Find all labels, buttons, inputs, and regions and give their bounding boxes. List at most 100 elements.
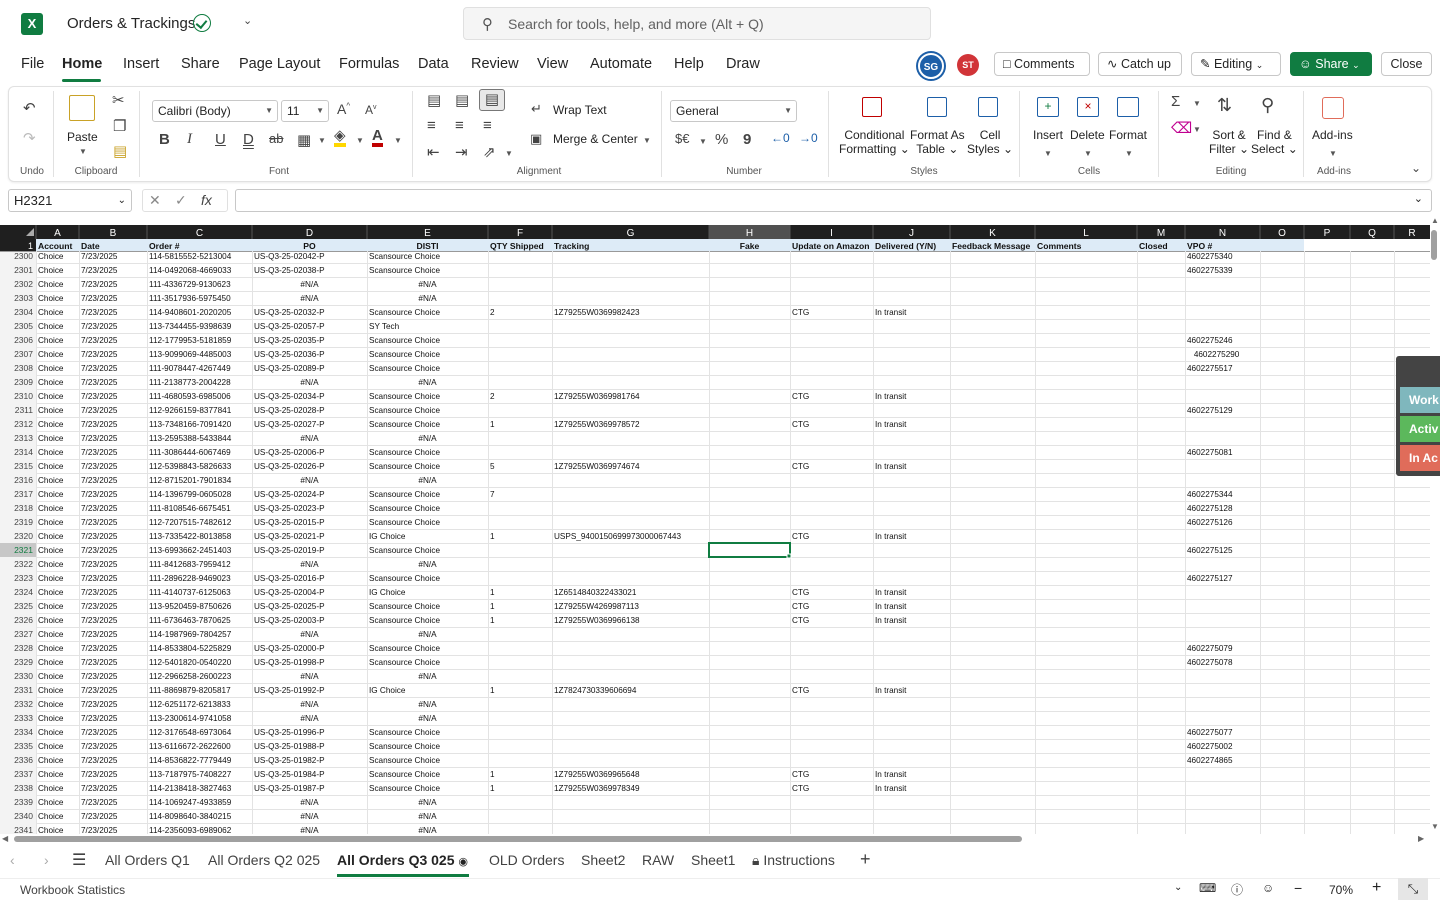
sort-filter-icon[interactable]: ⇅ [1217, 95, 1232, 116]
cell[interactable]: 7/23/2025 [81, 280, 118, 289]
cell[interactable]: 7/23/2025 [81, 406, 118, 415]
cell[interactable]: #N/A [418, 630, 437, 639]
cell[interactable]: 1Z79255W0369966138 [554, 616, 640, 625]
cell[interactable]: 114-2138418-3827463 [149, 784, 232, 793]
cell[interactable]: US-Q3-25-02089-P [254, 364, 325, 373]
cell[interactable]: Choice [38, 378, 64, 387]
cell[interactable]: 1 [490, 784, 495, 793]
cell[interactable]: Choice [38, 756, 64, 765]
row-number[interactable]: 2327 [14, 629, 33, 639]
row-number[interactable]: 2302 [14, 279, 33, 289]
cell[interactable]: 113-6993662-2451403 [149, 546, 232, 555]
cell[interactable]: US-Q3-25-02000-P [254, 644, 325, 653]
cell[interactable]: 7/23/2025 [81, 490, 118, 499]
cell[interactable]: 1Z79255W0369982423 [554, 308, 640, 317]
cell[interactable]: Scansource Choice [369, 784, 440, 793]
zoom-in-icon[interactable]: + [1372, 879, 1381, 897]
cell[interactable]: US-Q3-25-02035-P [254, 336, 325, 345]
selected-cell[interactable] [708, 542, 791, 558]
column-header[interactable]: B [110, 228, 117, 239]
cell[interactable]: 7/23/2025 [81, 630, 118, 639]
find-icon[interactable]: ⚲ [1261, 95, 1274, 116]
cell[interactable]: Choice [38, 686, 64, 695]
cell[interactable]: Scansource Choice [369, 336, 440, 345]
expand-formula-icon[interactable]: ⌄ [1414, 192, 1423, 205]
cell[interactable]: 114-5815552-5213004 [149, 252, 232, 261]
comma-style-icon[interactable]: 9 [743, 131, 751, 148]
cell[interactable]: 114-2356093-6989062 [149, 826, 232, 834]
cell[interactable]: CTG [792, 784, 809, 793]
cell[interactable]: US-Q3-25-02036-P [254, 350, 325, 359]
insert-cells-icon[interactable]: + [1037, 97, 1059, 117]
cell[interactable]: 113-7335422-8013858 [149, 532, 232, 541]
cell[interactable]: US-Q3-25-02038-P [254, 266, 325, 275]
cell[interactable]: Choice [38, 504, 64, 513]
chevron-down-icon[interactable]: ▼ [505, 149, 513, 158]
name-box[interactable]: H2321 ⌄ [8, 189, 132, 212]
cell[interactable]: Choice [38, 574, 64, 583]
cell[interactable]: 112-2966258-2600223 [149, 672, 232, 681]
align-middle-icon[interactable]: ▤ [455, 91, 469, 109]
cell[interactable]: 1Z79255W0369978349 [554, 784, 640, 793]
cell[interactable]: 1Z6514840322433021 [554, 588, 637, 597]
cell[interactable]: 114-8098640-3840215 [149, 812, 232, 821]
cell[interactable]: Choice [38, 560, 64, 569]
scroll-up-icon[interactable]: ▲ [1431, 216, 1439, 225]
column-header[interactable]: G [627, 228, 635, 239]
cell[interactable]: 7/23/2025 [81, 378, 118, 387]
cell[interactable]: 7/23/2025 [81, 462, 118, 471]
fill-handle[interactable] [786, 553, 792, 559]
row-number[interactable]: 2325 [14, 601, 33, 611]
row-number[interactable]: 2314 [14, 447, 33, 457]
cell[interactable]: Scansource Choice [369, 518, 440, 527]
row-number[interactable]: 2310 [14, 391, 33, 401]
clear-icon[interactable]: ⌫ [1171, 119, 1192, 137]
column-header[interactable]: D [306, 228, 313, 239]
cell[interactable]: 114-8533804-5225829 [149, 644, 232, 653]
row-number[interactable]: 2338 [14, 783, 33, 793]
cell[interactable]: #N/A [300, 434, 319, 443]
cell[interactable]: US-Q3-25-02026-P [254, 462, 325, 471]
cell[interactable]: 111-3086444-6067469 [149, 448, 231, 457]
column-header[interactable]: A [54, 228, 61, 239]
row-number[interactable]: 2312 [14, 419, 33, 429]
cell[interactable]: Choice [38, 392, 64, 401]
column-title[interactable]: QTY Shipped [490, 241, 544, 251]
cell[interactable]: 1 [490, 602, 495, 611]
format-button[interactable]: Format [1109, 128, 1147, 142]
row-number[interactable]: 2322 [14, 559, 33, 569]
orientation-icon[interactable]: ⇗ [483, 143, 496, 161]
percent-icon[interactable]: % [715, 131, 728, 148]
cell[interactable]: #N/A [418, 434, 437, 443]
cell[interactable]: US-Q3-25-02057-P [254, 322, 325, 331]
side-button-active[interactable]: Activ [1400, 416, 1440, 442]
chevron-down-icon[interactable]: ▼ [394, 136, 402, 145]
scroll-left-icon[interactable]: ◀ [2, 834, 8, 843]
column-title[interactable]: Tracking [554, 241, 589, 251]
cell[interactable]: Choice [38, 420, 64, 429]
format-painter-icon[interactable]: ▤ [113, 142, 127, 160]
cell[interactable]: CTG [792, 602, 809, 611]
chevron-down-icon[interactable]: ▼ [1125, 149, 1133, 158]
cell[interactable]: In transit [875, 462, 907, 471]
saved-status-icon[interactable] [193, 14, 211, 32]
cell[interactable]: CTG [792, 588, 809, 597]
column-header[interactable]: C [196, 228, 203, 239]
cell[interactable]: 114-8536822-7779449 [149, 756, 232, 765]
row-number[interactable]: 2305 [14, 321, 33, 331]
cell[interactable]: 4602275002 [1187, 742, 1233, 751]
italic-icon[interactable]: I [187, 131, 192, 148]
cell[interactable]: 113-7187975-7408227 [149, 770, 232, 779]
cell[interactable]: 112-9266159-8377841 [149, 406, 232, 415]
column-title[interactable]: Delivered (Y/N) [875, 241, 936, 251]
cell[interactable]: #N/A [300, 476, 319, 485]
cell[interactable]: 1 [490, 770, 495, 779]
cell[interactable]: 114-1987969-7804257 [149, 630, 232, 639]
cell[interactable]: IG Choice [369, 588, 406, 597]
cell[interactable]: Choice [38, 490, 64, 499]
cell[interactable]: 112-6251172-6213833 [149, 700, 231, 709]
cell[interactable]: 1 [490, 616, 495, 625]
editing-mode-button[interactable]: ✎ Editing ⌄ [1191, 52, 1281, 76]
cell[interactable]: 4602275077 [1187, 728, 1233, 737]
cell[interactable]: 1Z79255W0369974674 [554, 462, 640, 471]
